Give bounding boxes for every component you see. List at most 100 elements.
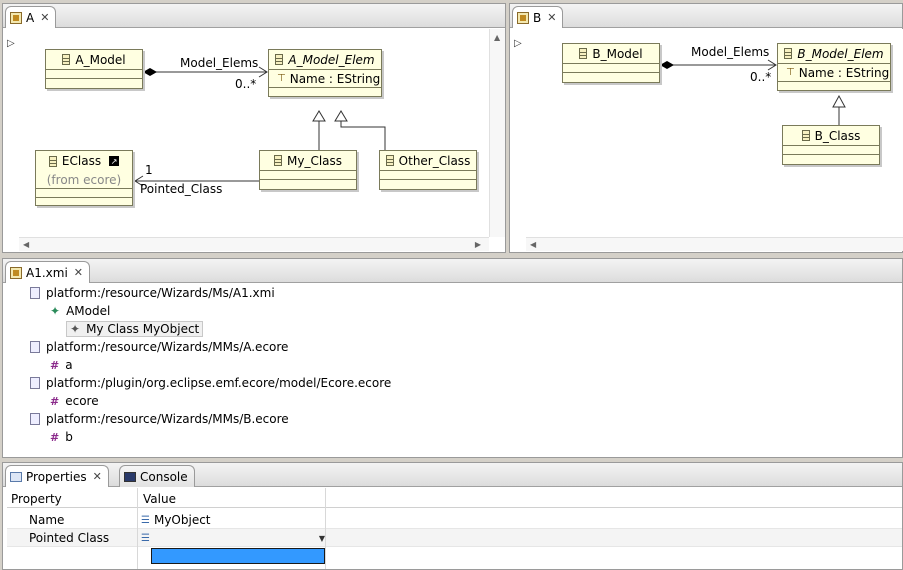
tree-package-a[interactable]: # a (50, 358, 73, 372)
close-icon[interactable]: ✕ (93, 470, 102, 483)
diagram-b-horizontal-scrollbar[interactable]: ◀ (526, 237, 903, 251)
tree-item-amodel[interactable]: ✦ AModel (50, 304, 110, 318)
class-a-model-elem-label: A_Model_Elem (288, 52, 375, 67)
scroll-right-icon[interactable]: ▶ (475, 240, 481, 249)
tab-editor-b[interactable]: B ✕ (512, 6, 564, 28)
tree-item-label: b (65, 430, 73, 444)
property-row-name[interactable]: Name ☰ MyObject (7, 511, 902, 529)
tree-resource-b-ecore[interactable]: platform:/resource/Wizards/MMs/B.ecore (30, 412, 289, 426)
class-icon (385, 155, 394, 166)
tab-properties[interactable]: Properties ✕ (5, 465, 109, 487)
dropdown-selection-highlight[interactable] (151, 548, 325, 564)
class-icon (48, 155, 57, 167)
attribute-name-label: Name : EString (798, 65, 890, 80)
xmi-editor-tabstrip: A1.xmi ✕ (3, 259, 902, 283)
tree-item-label: My Class MyObject (86, 322, 200, 336)
scroll-left-icon[interactable]: ◀ (23, 240, 29, 249)
class-b-model-label: B_Model (592, 46, 643, 61)
close-icon[interactable]: ✕ (74, 266, 83, 279)
class-icon (579, 48, 588, 59)
class-a-model-elem[interactable]: A_Model_Elem ⊤ Name : EString (268, 49, 382, 97)
label-model-elems-mult-b: 0..* (750, 70, 772, 84)
tab-editor-a-label: A (26, 10, 35, 25)
bottom-tabstrip: Properties ✕ Console (3, 463, 902, 487)
tree-item-label: a (65, 358, 73, 372)
properties-header-row: Property Value (7, 490, 902, 508)
class-b-model-elem[interactable]: B_Model_Elem ⊤ Name : EString (777, 43, 891, 91)
tab-properties-label: Properties (26, 469, 87, 484)
attribute-name-label: Name : EString (289, 71, 381, 86)
tree-item-label: ecore (65, 394, 99, 408)
class-other-class[interactable]: Other_Class (379, 150, 477, 190)
class-icon (801, 130, 810, 141)
properties-icon (10, 471, 22, 482)
shortcut-icon: ↗ (109, 156, 120, 166)
class-my-class[interactable]: My_Class (259, 150, 357, 190)
column-header-value[interactable]: Value (143, 490, 176, 508)
column-divider[interactable] (137, 488, 138, 569)
attribute-icon: ⊤ (786, 67, 795, 78)
list-icon: ☰ (141, 514, 150, 526)
class-a-model-label: A_Model (75, 52, 126, 67)
palette-toggle-icon[interactable]: ▷ (514, 38, 522, 49)
scroll-up-icon[interactable]: ▲ (494, 33, 500, 42)
tree-resource-a1-xmi[interactable]: platform:/resource/Wizards/Ms/A1.xmi (30, 286, 275, 300)
close-icon[interactable]: ✕ (547, 11, 556, 24)
property-value-cell[interactable]: ☰ MyObject (141, 511, 211, 529)
abstract-class-icon (784, 48, 793, 59)
xmi-editor-panel: A1.xmi ✕ platform:/resource/Wizards/Ms/A… (2, 258, 903, 458)
diagram-canvas-a[interactable]: A_Model A_Model_Elem ⊤ Name : EString ECl… (19, 29, 489, 237)
resource-icon (30, 413, 40, 425)
console-icon (124, 471, 136, 482)
close-icon[interactable]: ✕ (40, 11, 49, 24)
editor-a-panel: A ✕ ▷ A_Model A_Model_Elem ⊤ Name: EStr… (2, 3, 506, 253)
property-row-pointed-class[interactable]: Pointed Class ☰ ▼ (7, 529, 902, 547)
class-icon (273, 155, 282, 166)
package-icon: # (50, 394, 60, 408)
tree-package-b[interactable]: # b (50, 430, 73, 444)
xmi-file-icon (10, 266, 22, 279)
tab-xmi-editor-label: A1.xmi (26, 265, 68, 280)
diagram-a-vertical-scrollbar[interactable]: ▲ (489, 29, 505, 237)
palette-toggle-icon[interactable]: ▷ (7, 38, 15, 49)
column-header-property[interactable]: Property (11, 490, 62, 508)
label-model-elems-mult-a: 0..* (235, 77, 257, 91)
editor-b-panel: B ✕ ▷ B_Model B_Model_Elem ⊤ Name : EStri… (509, 3, 903, 253)
package-icon: # (50, 358, 60, 372)
tab-editor-a[interactable]: A ✕ (5, 6, 57, 28)
abstract-class-icon (275, 54, 284, 65)
tab-xmi-editor[interactable]: A1.xmi ✕ (5, 261, 91, 283)
property-name-cell: Name (29, 513, 65, 527)
diagram-a-horizontal-scrollbar[interactable]: ◀ ▶ (19, 237, 489, 251)
class-a-model[interactable]: A_Model (45, 49, 143, 89)
tree-item-label: platform:/resource/Wizards/Ms/A1.xmi (46, 286, 275, 300)
diagram-canvas-b[interactable]: B_Model B_Model_Elem ⊤ Name : EString B_C… (526, 29, 903, 237)
tab-console[interactable]: Console (119, 465, 195, 487)
resource-icon (30, 341, 40, 353)
editor-b-tabstrip: B ✕ (510, 4, 902, 28)
properties-table: Property Value Name ☰ MyObject Pointed C… (7, 488, 902, 569)
property-name-cell: Pointed Class (29, 531, 110, 545)
tree-item-my-class-myobject[interactable]: ✦ My Class MyObject (66, 321, 204, 337)
list-icon: ☰ (141, 532, 150, 544)
label-model-elems-b: Model_Elems (691, 45, 770, 59)
tree-item-label: platform:/plugin/org.eclipse.emf.ecore/m… (46, 376, 392, 390)
editor-a-tabstrip: A ✕ (3, 4, 505, 28)
class-b-model-elem-label: B_Model_Elem (797, 46, 884, 61)
package-icon: # (50, 430, 60, 444)
label-pointed-mult: 1 (145, 163, 153, 177)
class-b-class-label: B_Class (814, 128, 861, 143)
tree-package-ecore[interactable]: # ecore (50, 394, 99, 408)
column-divider[interactable] (325, 488, 326, 569)
class-b-model[interactable]: B_Model (562, 43, 660, 83)
class-eclass[interactable]: EClass ↗ (from ecore) (35, 150, 133, 206)
scroll-left-icon[interactable]: ◀ (530, 240, 536, 249)
class-icon (62, 54, 71, 65)
tree-resource-a-ecore[interactable]: platform:/resource/Wizards/MMs/A.ecore (30, 340, 288, 354)
property-value-combo[interactable]: ☰ ▼ (141, 529, 325, 547)
class-b-class[interactable]: B_Class (782, 125, 880, 165)
tree-item-label: platform:/resource/Wizards/MMs/B.ecore (46, 412, 289, 426)
tree-resource-ecore-ecore[interactable]: platform:/plugin/org.eclipse.emf.ecore/m… (30, 376, 391, 390)
resource-icon (30, 377, 40, 389)
object-icon: ✦ (70, 322, 81, 336)
